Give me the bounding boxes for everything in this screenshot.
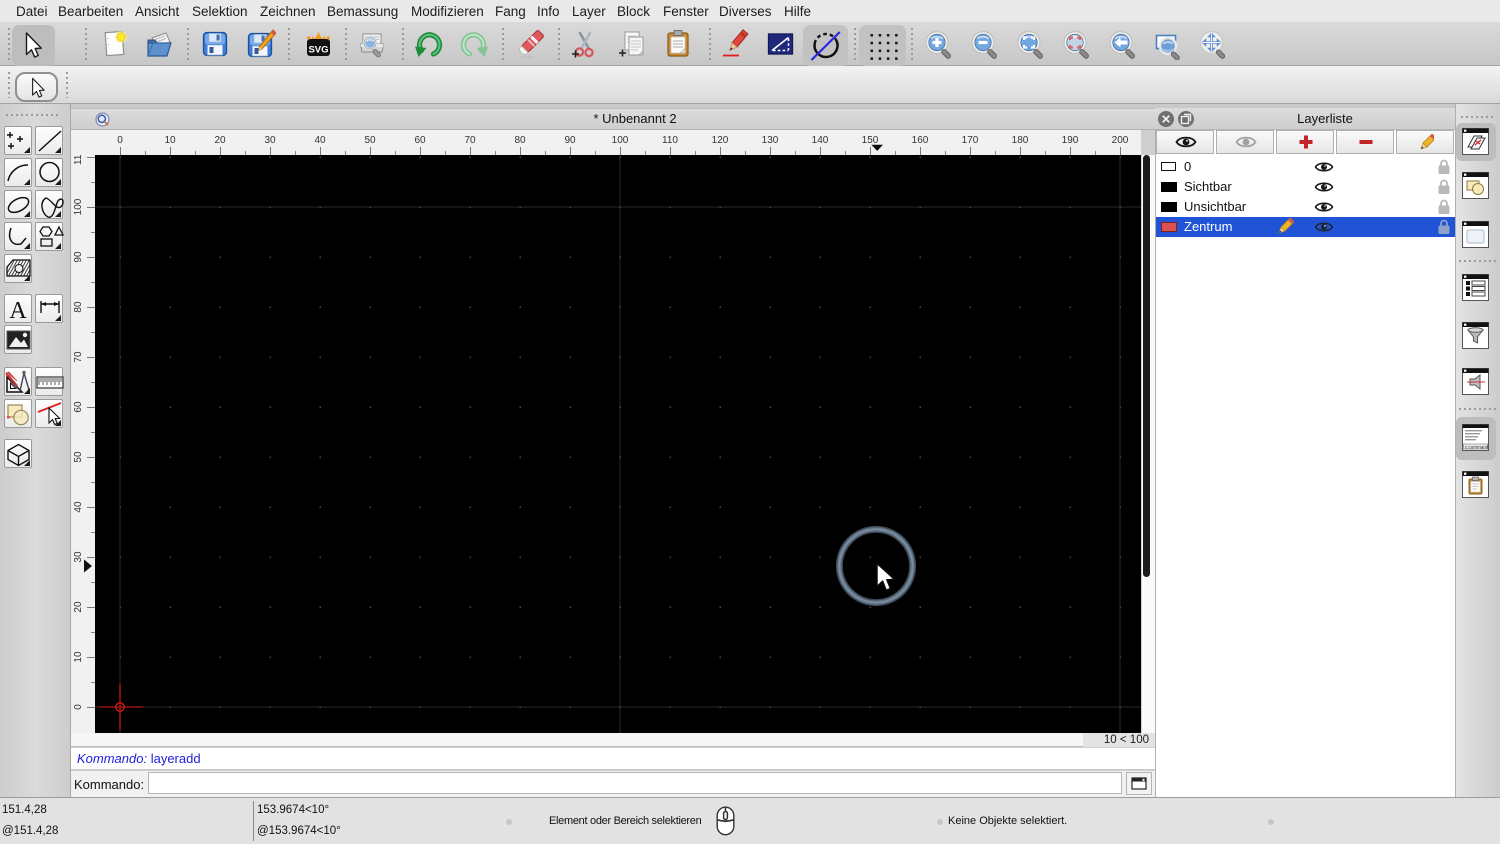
svg-text:90: 90 [73, 251, 84, 263]
svg-text:30: 30 [73, 551, 84, 563]
svg-text:120: 120 [712, 135, 729, 146]
svg-text:60: 60 [73, 401, 84, 413]
svg-text:50: 50 [73, 451, 84, 463]
svg-text:A: A [9, 298, 27, 324]
svg-text:110: 110 [73, 155, 84, 165]
svg-text:SVG: SVG [308, 45, 328, 56]
svg-text:190: 190 [1062, 135, 1079, 146]
svg-text:40: 40 [314, 135, 326, 146]
svg-text:170: 170 [962, 135, 979, 146]
svg-text:70: 70 [464, 135, 476, 146]
svg-text:150: 150 [862, 135, 879, 146]
svg-text:0: 0 [73, 704, 84, 710]
svg-text:60: 60 [414, 135, 426, 146]
svg-text:200: 200 [1112, 135, 1129, 146]
svg-text:c:command: c:command [1465, 444, 1489, 449]
svg-text:130: 130 [762, 135, 779, 146]
svg-text:30: 30 [264, 135, 276, 146]
svg-text:80: 80 [73, 301, 84, 313]
svg-text:0: 0 [117, 135, 123, 146]
svg-text:80: 80 [514, 135, 526, 146]
svg-text:20: 20 [214, 135, 226, 146]
svg-text:20: 20 [73, 601, 84, 613]
svg-text:100: 100 [73, 198, 84, 215]
svg-text:160: 160 [912, 135, 929, 146]
svg-text:140: 140 [812, 135, 829, 146]
svg-text:40: 40 [73, 501, 84, 513]
svg-text:50: 50 [364, 135, 376, 146]
svg-text:100: 100 [612, 135, 629, 146]
svg-text:70: 70 [73, 351, 84, 363]
svg-text:180: 180 [1012, 135, 1029, 146]
svg-text:10: 10 [73, 651, 84, 663]
svg-text:10: 10 [164, 135, 176, 146]
svg-text:110: 110 [662, 135, 678, 146]
svg-text:90: 90 [564, 135, 576, 146]
